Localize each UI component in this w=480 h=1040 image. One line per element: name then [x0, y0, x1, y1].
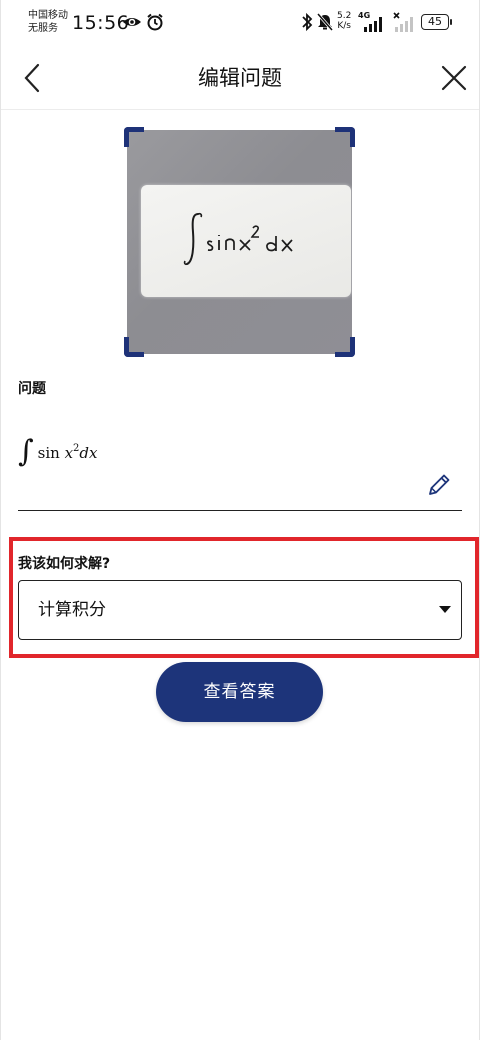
problem-formula[interactable]: ∫ sin x2dx [18, 432, 97, 476]
solve-method-select[interactable]: 计算积分 [18, 580, 462, 640]
solve-method-label: 我该如何求解? [18, 556, 111, 572]
status-bar: 中国移动 无服务 15:56 5.2 K/s 4G 45 [0, 0, 480, 46]
formula-variable: x [64, 443, 74, 462]
clock: 15:56 [72, 12, 130, 34]
close-icon [441, 65, 467, 91]
alarm-icon [147, 13, 163, 31]
formula-function: sin [37, 443, 65, 462]
back-button[interactable] [16, 60, 52, 96]
edit-problem-button[interactable] [424, 470, 454, 500]
crop-handle-top-left[interactable] [124, 127, 144, 147]
network-speed-value: 5.2 [337, 11, 352, 21]
close-button[interactable] [436, 60, 472, 96]
carrier-name: 中国移动 [28, 10, 68, 21]
formula-expression: sin x2dx [38, 443, 98, 462]
pencil-icon [429, 474, 450, 495]
selected-method: 计算积分 [38, 600, 106, 620]
mute-icon [316, 13, 334, 31]
crop-handle-bottom-left[interactable] [124, 337, 144, 357]
view-answer-button[interactable]: 查看答案 [156, 662, 323, 722]
photo-crop-area[interactable] [124, 127, 355, 357]
crop-handle-top-right[interactable] [335, 127, 355, 147]
network-speed-unit: K/s [337, 21, 351, 31]
carrier-info: 中国移动 无服务 [28, 9, 68, 35]
handwritten-formula-image [183, 212, 293, 266]
network-speed: 5.2 K/s [337, 11, 351, 31]
formula-underline [18, 510, 462, 511]
crop-handle-bottom-right[interactable] [335, 337, 355, 357]
no-signal-icon [393, 12, 413, 32]
integral-sign: ∫ [18, 434, 34, 469]
eye-icon [123, 18, 141, 26]
signal-icon [364, 17, 382, 32]
service-status: 无服务 [28, 23, 58, 34]
captured-photo [127, 130, 352, 354]
bluetooth-icon [302, 12, 313, 32]
app-header: 编辑问题 [0, 46, 480, 110]
dropdown-caret-icon [439, 606, 451, 613]
chevron-left-icon [24, 63, 40, 93]
battery-indicator: 45 [421, 14, 452, 30]
page-title: 编辑问题 [198, 66, 282, 90]
problem-label: 问题 [18, 381, 46, 397]
formula-differential: dx [79, 443, 98, 462]
